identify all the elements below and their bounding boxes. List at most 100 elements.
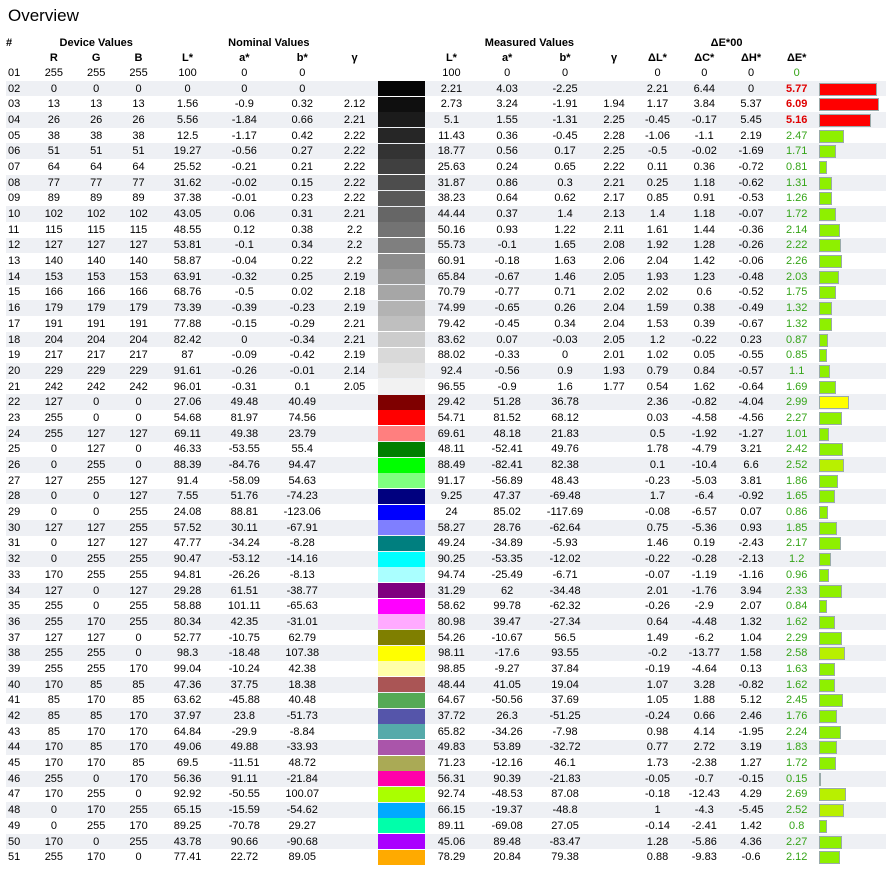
table-cell: 33 — [8, 568, 21, 581]
table-cell: 0 — [50, 459, 57, 472]
table-cell: 66.15 — [437, 804, 466, 817]
table-cell: 204 — [129, 333, 148, 346]
table-cell: 0.77 — [646, 741, 669, 754]
table-cell: 1.7 — [649, 490, 666, 503]
delta-e-bar-fill — [818, 160, 828, 174]
table-cell: 24.08 — [173, 506, 202, 519]
table-cell: 56.5 — [554, 631, 576, 644]
table-cell: -0.56 — [231, 145, 257, 158]
table-cell: 1.61 — [646, 223, 669, 236]
table-cell: 101.11 — [227, 600, 261, 613]
table-cell: -0.5 — [234, 286, 254, 299]
table-row: 03 13 13 13 1.56 -0.9 0.32 2.12 2.73 3.24 -1.91 1.9… — [6, 96, 886, 113]
color-swatch — [377, 426, 425, 442]
delta-e-bar-fill — [818, 396, 849, 410]
table-cell: -90.68 — [286, 835, 318, 848]
table-cell: 0 — [135, 788, 142, 801]
table-cell: 54.63 — [288, 474, 317, 487]
delta-e-bar — [818, 551, 886, 567]
table-cell: 68.12 — [551, 411, 579, 424]
table-cell: -8.28 — [289, 537, 315, 550]
table-cell: 1.63 — [785, 662, 808, 675]
table-cell: -21.84 — [286, 772, 318, 785]
table-cell: -0.22 — [644, 553, 671, 566]
delta-e-bar-fill — [818, 443, 844, 457]
table-cell: 255 — [87, 819, 106, 832]
delta-e-bar-fill — [818, 459, 845, 473]
table-cell: 18 — [8, 333, 21, 346]
table-cell: 100 — [178, 66, 197, 79]
table-cell: 37.72 — [437, 710, 466, 723]
table-cell: 170 — [44, 757, 64, 770]
nominal-values-header: Nominal Values — [228, 37, 310, 49]
table-cell: 64.67 — [437, 694, 466, 707]
table-cell: 255 — [87, 474, 106, 487]
color-swatch — [377, 630, 425, 646]
delta-e-bar-fill — [818, 615, 836, 629]
color-swatch — [377, 332, 425, 348]
table-cell: 85 — [90, 678, 103, 691]
table-cell: 4.03 — [496, 82, 518, 95]
color-swatch — [377, 802, 425, 818]
table-row: 14 153 153 153 63.91 -0.32 0.25 2.19 65.84 -0.67 1… — [6, 268, 886, 285]
table-cell: 2.72 — [693, 741, 715, 754]
table-row: 49 0 255 170 89.25 -70.78 29.27 89.11 -69.08 27.0… — [6, 818, 886, 834]
table-cell: 5.77 — [785, 82, 808, 95]
table-cell: 70.79 — [437, 286, 466, 299]
table-cell — [331, 598, 378, 614]
table-cell: 13 — [47, 98, 60, 111]
table-cell: 1.17 — [646, 98, 669, 111]
table-cell: 0 — [299, 82, 306, 95]
table-row: 42 85 85 170 37.97 23.8 -51.73 37.72 26.3 -51.25 -… — [6, 708, 886, 724]
table-cell: 27 — [8, 474, 21, 487]
table-cell: 1.71 — [785, 145, 808, 158]
delta-e-bar — [818, 567, 886, 583]
table-cell: 47 — [8, 788, 21, 801]
table-cell — [594, 410, 634, 426]
table-cell: 0.06 — [233, 208, 256, 221]
table-cell: 20 — [8, 364, 21, 377]
table-cell: -48.53 — [491, 788, 523, 801]
table-row: 46 255 0 170 56.36 91.11 -21.84 56.31 90.39 -21.8… — [6, 770, 886, 787]
color-swatch — [377, 379, 425, 395]
table-cell: -12.16 — [491, 757, 523, 770]
table-cell: 0.8 — [789, 819, 805, 832]
table-cell — [331, 630, 378, 646]
table-cell: -53.55 — [228, 443, 260, 456]
column-header: b* — [296, 51, 308, 64]
table-cell: -0.04 — [231, 255, 257, 268]
delta-e-bar — [818, 740, 886, 756]
color-swatch — [377, 316, 425, 332]
table-cell: 179 — [129, 302, 148, 315]
table-cell: -2.43 — [738, 537, 764, 550]
table-cell: 115 — [45, 223, 63, 236]
table-cell: 2.05 — [603, 270, 625, 283]
table-cell: 85 — [132, 678, 145, 691]
table-cell: -2.25 — [552, 82, 578, 95]
table-cell: 3.84 — [693, 98, 715, 111]
table-cell: -0.6 — [741, 851, 761, 864]
table-cell: 2.07 — [740, 600, 762, 613]
table-cell: 64 — [90, 160, 103, 173]
table-cell: 37 — [8, 631, 21, 644]
table-cell: 1.4 — [649, 208, 666, 221]
table-cell: 98.85 — [437, 662, 466, 675]
table-cell — [331, 614, 378, 630]
table-cell: 0.86 — [496, 176, 518, 189]
table-cell: 50.16 — [437, 223, 466, 236]
table-cell: 80.34 — [173, 615, 202, 628]
table-cell: 48.18 — [493, 427, 521, 440]
measured-values-header: Measured Values — [484, 37, 575, 49]
delta-e-bar-fill — [818, 82, 877, 96]
table-cell: 1.28 — [646, 835, 669, 848]
table-cell: -0.57 — [738, 364, 764, 377]
table-cell: 127 — [44, 584, 64, 597]
table-cell: 38 — [90, 129, 103, 142]
table-cell: -0.18 — [644, 788, 671, 801]
table-cell: -53.12 — [228, 553, 260, 566]
table-cell: 3.94 — [740, 584, 762, 597]
table-cell: 1.62 — [693, 380, 715, 393]
table-cell: 20.84 — [493, 851, 521, 864]
table-cell: 44.44 — [437, 208, 466, 221]
table-cell: 2.01 — [603, 349, 625, 362]
